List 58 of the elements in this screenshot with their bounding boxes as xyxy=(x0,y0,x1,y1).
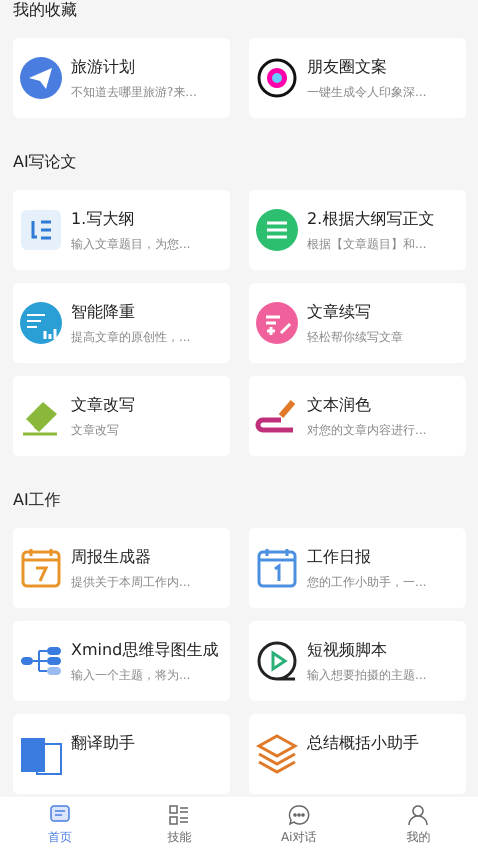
tool-card[interactable]: 周报生成器 提供关于本周工作内... xyxy=(13,528,230,608)
section-title: 我的收藏 xyxy=(13,0,78,20)
tool-title: 文本润色 xyxy=(307,394,372,416)
tool-description: 提供关于本周工作内... xyxy=(71,574,190,590)
nav-tab[interactable]: 我的 xyxy=(358,797,478,850)
tool-title: 旅游计划 xyxy=(71,56,136,78)
list-icon xyxy=(255,208,299,252)
tool-title: 文章续写 xyxy=(307,301,372,323)
nav-tab[interactable]: 首页 xyxy=(0,797,120,850)
outline-icon xyxy=(19,208,63,252)
section-title: AI工作 xyxy=(13,490,62,510)
chat-bubble-icon xyxy=(286,803,311,827)
tool-card[interactable]: 工作日报 您的工作小助手，一... xyxy=(249,528,466,608)
calendar-icon xyxy=(19,546,63,590)
tool-title: 短视频脚本 xyxy=(307,639,388,661)
tool-title: 1.写大纲 xyxy=(71,208,136,230)
tool-card[interactable]: 翻译助手 xyxy=(13,714,230,794)
layers-icon xyxy=(255,732,299,776)
calendar-icon xyxy=(255,546,299,590)
tool-card[interactable]: 朋友圈文案 一键生成令人印象深... xyxy=(249,38,466,118)
tool-description: 对您的文章内容进行... xyxy=(307,422,426,438)
tool-description: 输入一个主题，将为... xyxy=(71,667,192,683)
paper-plane-icon xyxy=(19,56,63,100)
tool-description: 提高文章的原创性，... xyxy=(71,329,190,345)
tool-description: 轻松帮你续写文章 xyxy=(307,329,403,345)
tool-card[interactable]: 1.写大纲 输入文章题目，为您... xyxy=(13,190,230,270)
tool-title: Xmind思维导图生成 xyxy=(71,639,218,661)
chart-icon xyxy=(19,301,63,345)
tool-card[interactable]: 智能降重 提高文章的原创性，... xyxy=(13,283,230,363)
tool-description: 输入文章题目，为您... xyxy=(71,236,190,252)
tool-description: 一键生成令人印象深... xyxy=(307,84,426,100)
nav-tab[interactable]: 技能 xyxy=(120,797,239,850)
tool-title: 智能降重 xyxy=(71,301,136,323)
tool-card[interactable]: 文章改写 文章改写 xyxy=(13,376,230,456)
person-icon xyxy=(406,803,430,827)
play-icon xyxy=(255,639,299,683)
tool-card[interactable]: 总结概括小助手 xyxy=(249,714,466,794)
tool-description: 您的工作小助手，一... xyxy=(307,574,426,590)
tool-card[interactable]: Xmind思维导图生成 输入一个主题，将为... xyxy=(13,621,230,701)
tool-description: 不知道去哪里旅游?来... xyxy=(71,84,197,100)
nav-tab[interactable]: Ai对话 xyxy=(239,797,358,850)
tool-title: 总结概括小助手 xyxy=(307,732,419,754)
tool-title: 周报生成器 xyxy=(71,546,152,568)
tool-card[interactable]: 文章续写 轻松帮你续写文章 xyxy=(249,283,466,363)
tool-title: 2.根据大纲写正文 xyxy=(307,208,434,230)
tool-title: 工作日报 xyxy=(307,546,372,568)
tool-card[interactable]: 2.根据大纲写正文 根据【文章题目】和... xyxy=(249,190,466,270)
tool-card[interactable]: 短视频脚本 输入想要拍摄的主题... xyxy=(249,621,466,701)
tool-description: 输入想要拍摄的主题... xyxy=(307,667,426,683)
edit-icon xyxy=(255,301,299,345)
tool-description: 文章改写 xyxy=(71,422,120,438)
tool-card[interactable]: 旅游计划 不知道去哪里旅游?来... xyxy=(13,38,230,118)
tool-title: 文章改写 xyxy=(71,394,135,416)
tool-description: 根据【文章题目】和... xyxy=(307,236,428,252)
tool-title: 朋友圈文案 xyxy=(307,56,388,78)
tool-card[interactable]: 文本润色 对您的文章内容进行... xyxy=(249,376,466,456)
tool-title: 翻译助手 xyxy=(71,732,135,754)
section-title: AI写论文 xyxy=(13,152,78,172)
